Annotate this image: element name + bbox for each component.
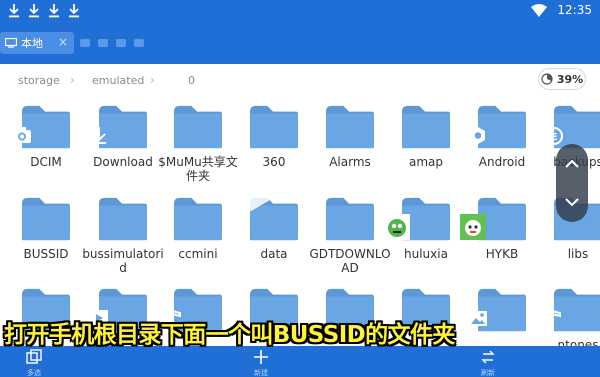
folder-icon (20, 194, 72, 242)
breadcrumb-emulated[interactable]: emulated (92, 74, 144, 87)
tab-label: 本地 (21, 37, 43, 50)
download-icon (29, 4, 39, 18)
refresh-button[interactable]: 刷新 (458, 346, 518, 377)
new-label: 新建 (254, 369, 268, 377)
folder-item[interactable]: GDTDOWNLOAD (309, 194, 391, 278)
folder-name: amap (408, 155, 443, 169)
plus-icon (254, 350, 268, 364)
folder-name: Alarms (329, 155, 371, 169)
tab-mini-icon[interactable] (80, 39, 90, 47)
folder-name: libs (567, 247, 589, 261)
storage-percent: 39% (556, 72, 584, 86)
folder-name: huluxia (404, 247, 448, 261)
folder-name: HYKB (485, 247, 519, 261)
notification-icons (8, 3, 80, 18)
folder-name: Download (93, 155, 153, 169)
breadcrumb-0[interactable]: 0 (188, 74, 195, 87)
folder-name: 360 (262, 155, 286, 169)
folder-name: bussimulatorid (82, 247, 164, 275)
tab-local[interactable]: 本地 × (0, 32, 74, 54)
folder-name: GDTDOWNLOAD (309, 247, 391, 275)
device-icon (5, 38, 17, 48)
folder-item[interactable]: Download (85, 102, 161, 186)
download-icon (9, 4, 19, 18)
chevron-right-icon: › (150, 73, 155, 87)
tab-mini-icon[interactable] (98, 39, 108, 47)
download-icon (49, 4, 59, 18)
folder-item[interactable]: $MuMu共享文件夹 (158, 102, 238, 186)
storage-usage-button[interactable]: 39% (538, 68, 586, 90)
refresh-label: 刷新 (481, 369, 495, 377)
folder-item[interactable]: BUSSID (8, 194, 84, 278)
cloud-icon[interactable] (134, 39, 144, 47)
status-bar: 12:35 (0, 0, 600, 22)
folder-icon (248, 102, 300, 150)
breadcrumb: storage › emulated › 0 39% (0, 64, 600, 98)
folder-icon (97, 194, 149, 242)
folder-name: ccmini (178, 247, 218, 261)
bottom-toolbar: 多选 新建 刷新 (0, 346, 600, 377)
collapsed-tabs (80, 39, 144, 47)
camera-icon (13, 127, 31, 143)
hykb-app-icon (460, 214, 486, 240)
folder-item[interactable]: bussimulatorid (82, 194, 164, 278)
folder-item[interactable]: Android (464, 102, 540, 186)
es-backup-icon: E (545, 127, 563, 145)
scroll-widget[interactable] (556, 144, 588, 222)
new-button[interactable]: 新建 (231, 346, 291, 377)
wifi-icon (531, 3, 548, 17)
huluxia-app-icon (384, 214, 410, 240)
folder-icon (400, 102, 452, 150)
folder-icon (172, 102, 224, 150)
folder-name: BUSSID (23, 247, 69, 261)
play-icon[interactable] (244, 170, 284, 216)
folder-item[interactable]: Alarms (312, 102, 388, 186)
folder-icon (172, 194, 224, 242)
folder-name: data (260, 247, 288, 261)
tab-mini-icon[interactable] (116, 39, 126, 47)
refresh-icon (481, 350, 495, 364)
folder-item[interactable]: amap (388, 102, 464, 186)
folder-name: $MuMu共享文件夹 (158, 155, 238, 183)
multi-select-label: 多选 (27, 369, 41, 377)
download-icon (92, 127, 106, 144)
folder-name: DCIM (30, 155, 62, 169)
breadcrumb-storage[interactable]: storage (18, 74, 60, 87)
clock: 12:35 (557, 3, 592, 17)
folder-icon (324, 194, 376, 242)
folder-icon (324, 102, 376, 150)
scroll-up-icon[interactable] (556, 144, 588, 183)
chevron-right-icon: › (70, 73, 75, 87)
folder-item[interactable]: huluxia (384, 194, 464, 278)
multi-select-icon (26, 349, 42, 364)
title-bar: 本地 × (0, 22, 600, 64)
scroll-down-icon[interactable] (556, 183, 588, 222)
multi-select-button[interactable]: 多选 (4, 346, 64, 377)
download-icon (69, 4, 79, 18)
file-manager-screen: 12:35 本地 × storage › emulated › 0 39% DC… (0, 0, 600, 377)
pie-chart-icon (541, 73, 553, 85)
video-subtitle: 打开手机根目录下面一个叫BUSSID的文件夹 (4, 322, 455, 348)
gear-icon (471, 127, 485, 144)
svg-text:E: E (551, 132, 558, 143)
folder-item[interactable]: HYKB (460, 194, 540, 278)
folder-name: Android (478, 155, 526, 169)
folder-item[interactable]: ccmini (160, 194, 236, 278)
folder-item[interactable]: DCIM (8, 102, 84, 186)
close-tab-icon[interactable]: × (58, 35, 68, 49)
